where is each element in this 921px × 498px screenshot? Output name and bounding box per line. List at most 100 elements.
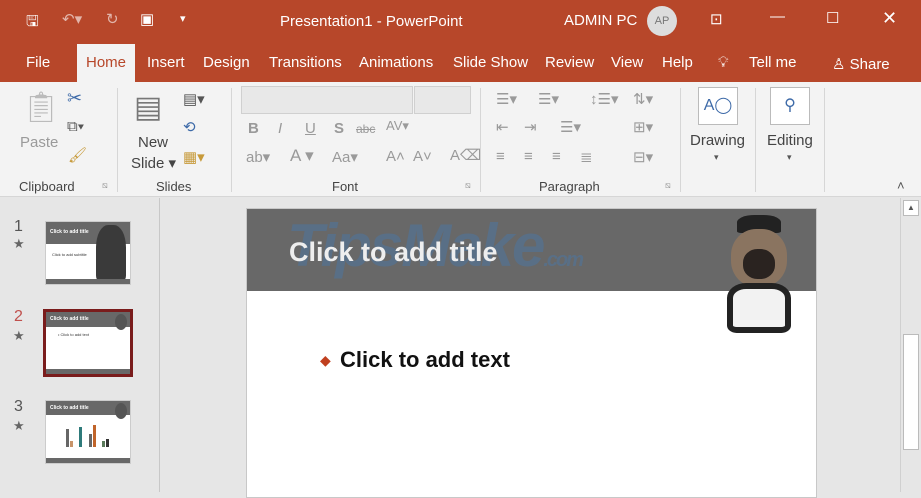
tab-slide-show[interactable]: Slide Show (453, 54, 528, 71)
decrease-indent-icon[interactable]: ⇤ (496, 118, 509, 136)
share-button[interactable]: ♙ Share (832, 55, 890, 73)
paste-icon[interactable]: 📋︎ (22, 90, 60, 125)
undo-icon[interactable]: ↶▾ (62, 10, 82, 28)
group-label-slides: Slides (156, 179, 192, 194)
chart-bar (79, 427, 82, 447)
section-icon[interactable]: ▦▾ (183, 148, 205, 166)
pug-image (719, 215, 799, 343)
align-left-icon[interactable]: ≡ (496, 148, 505, 165)
cut-icon[interactable]: ✂ (67, 88, 82, 109)
editing-button[interactable]: Editing (767, 132, 813, 149)
tab-view[interactable]: View (611, 54, 643, 71)
chart-bar (106, 439, 109, 447)
pug-image (115, 314, 127, 330)
numbering-icon[interactable]: ☰▾ (538, 90, 559, 108)
present-icon[interactable]: ▣ (140, 10, 154, 28)
dialog-launcher-icon[interactable]: ⧅ (465, 180, 471, 191)
title-placeholder[interactable]: Click to add title (289, 237, 498, 268)
align-center-icon[interactable]: ≡ (524, 148, 533, 165)
avatar[interactable]: AP (647, 6, 677, 36)
scroll-thumb[interactable] (903, 334, 919, 450)
customize-qat-icon[interactable]: ▾ (180, 12, 186, 25)
text-direction-icon[interactable]: ⇅▾ (633, 90, 653, 108)
new-slide-label-2[interactable]: Slide ▾ (131, 154, 176, 172)
reset-icon[interactable]: ⟲ (183, 118, 196, 136)
ribbon-tabs: File Home Insert Design Transitions Anim… (0, 42, 921, 82)
tab-insert[interactable]: Insert (147, 54, 185, 71)
line-spacing-icon[interactable]: ↕☰▾ (590, 90, 618, 108)
star-icon: ★ (13, 236, 25, 251)
bullets-icon[interactable]: ☰▾ (496, 90, 517, 108)
vertical-scrollbar[interactable]: ▲ (900, 198, 921, 492)
close-icon[interactable]: ✕ (882, 8, 897, 29)
justify-icon[interactable]: ≣ (580, 148, 593, 166)
slide-number: 3 (14, 398, 23, 415)
chevron-down-icon[interactable]: ▾ (714, 152, 719, 163)
slide-thumbnail-1[interactable]: Click to add title Click to add subtitle (45, 221, 131, 285)
columns-icon[interactable]: ☰▾ (560, 118, 581, 136)
collapse-ribbon-icon[interactable]: ˄ (897, 178, 905, 193)
format-painter-icon[interactable]: 🖌︎ (68, 146, 87, 164)
slide-thumbnail-2[interactable]: Click to add title • Click to add text (43, 309, 133, 377)
new-slide-label[interactable]: New (138, 134, 168, 151)
minimize-icon[interactable]: — (770, 8, 785, 25)
scroll-up-icon[interactable]: ▲ (903, 200, 919, 216)
increase-indent-icon[interactable]: ⇥ (524, 118, 537, 136)
tab-transitions[interactable]: Transitions (269, 54, 342, 71)
window-title: Presentation1 - PowerPoint (280, 13, 463, 30)
tab-help[interactable]: Help (662, 54, 693, 71)
underline-icon[interactable]: U (305, 120, 316, 137)
ribbon-display-icon[interactable]: ⊡ (710, 10, 723, 28)
change-case-icon[interactable]: Aa▾ (332, 148, 358, 166)
align-text-icon[interactable]: ⊞▾ (633, 118, 653, 136)
group-label-paragraph: Paragraph (539, 179, 600, 194)
font-color-icon[interactable]: A ▾ (290, 146, 314, 166)
paste-label[interactable]: Paste (20, 134, 58, 151)
layout-icon[interactable]: ▤▾ (183, 90, 205, 108)
chart-bar (102, 441, 105, 447)
highlight-icon[interactable]: ab▾ (246, 148, 270, 166)
strikethrough-icon[interactable]: abc (356, 122, 375, 136)
drawing-button[interactable]: Drawing (690, 132, 745, 149)
clear-formatting-icon[interactable]: A⌫ (450, 146, 481, 164)
slide-number: 2 (14, 308, 23, 325)
chevron-down-icon[interactable]: ▾ (787, 152, 792, 163)
dialog-launcher-icon[interactable]: ⧅ (665, 180, 671, 191)
maximize-icon[interactable]: ☐ (826, 9, 839, 27)
chart-bar (70, 441, 73, 447)
chart-bar (93, 425, 96, 447)
decrease-font-icon[interactable]: A˅ (413, 148, 432, 165)
font-size-select[interactable] (414, 86, 471, 114)
redo-icon[interactable]: ↻ (106, 10, 119, 28)
star-icon: ★ (13, 418, 25, 433)
tab-design[interactable]: Design (203, 54, 250, 71)
lightbulb-icon: 💡︎ (718, 54, 729, 71)
tab-review[interactable]: Review (545, 54, 594, 71)
align-right-icon[interactable]: ≡ (552, 148, 561, 165)
increase-font-icon[interactable]: A˄ (386, 148, 405, 165)
smartart-icon[interactable]: ⊟▾ (633, 148, 653, 166)
copy-icon[interactable]: ⧉▾ (67, 118, 84, 135)
slide-canvas[interactable]: TipsMake.com Click to add title ◆ Click … (246, 208, 817, 498)
shadow-icon[interactable]: S (334, 120, 344, 137)
save-icon[interactable]: 🖫 (26, 11, 39, 36)
group-label-clipboard: Clipboard (19, 179, 75, 194)
italic-icon[interactable]: I (278, 120, 282, 137)
tab-file[interactable]: File (26, 54, 50, 71)
title-bar: 🖫 ↶▾ ↻ ▣ ▾ Presentation1 - PowerPoint AD… (0, 0, 921, 42)
text-placeholder[interactable]: Click to add text (340, 347, 510, 373)
font-name-select[interactable] (241, 86, 413, 114)
bold-icon[interactable]: B (248, 120, 259, 137)
tab-animations[interactable]: Animations (359, 54, 433, 71)
dialog-launcher-icon[interactable]: ⧅ (102, 180, 108, 191)
char-spacing-icon[interactable]: AV▾ (386, 118, 409, 134)
tab-home[interactable]: Home (77, 44, 136, 82)
chart-bar (66, 429, 69, 447)
thumb-body: Click to add subtitle (52, 252, 87, 257)
slide-thumbnail-3[interactable]: Click to add title (45, 400, 131, 464)
person-icon: ♙ (832, 56, 846, 73)
search-icon[interactable]: ⚲ (770, 87, 810, 125)
shapes-icon[interactable]: A◯ (698, 87, 738, 125)
tell-me-search[interactable]: Tell me (749, 54, 797, 71)
new-slide-icon[interactable]: ▤ (134, 90, 162, 125)
